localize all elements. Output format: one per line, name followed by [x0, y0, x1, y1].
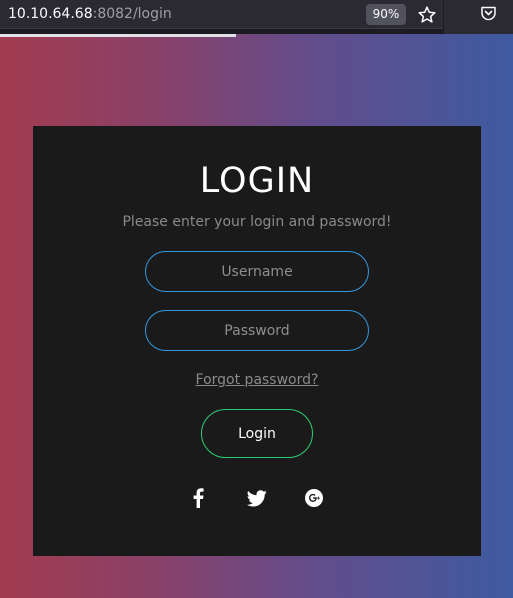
pocket-icon[interactable]: [480, 5, 497, 22]
url-bar[interactable]: 10.10.64.68:8082/login 90%: [0, 0, 443, 29]
star-icon[interactable]: [417, 5, 437, 25]
twitter-icon: [247, 489, 267, 506]
forgot-password-row: Forgot password?: [33, 371, 481, 389]
forgot-password-link[interactable]: Forgot password?: [196, 372, 319, 388]
username-input[interactable]: [145, 251, 369, 292]
toolbar-right: [444, 0, 513, 34]
google-plus-icon: [305, 489, 323, 507]
url-text[interactable]: 10.10.64.68:8082/login: [8, 6, 172, 22]
twitter-link[interactable]: [246, 487, 268, 509]
login-button[interactable]: Login: [201, 409, 313, 458]
password-input[interactable]: [145, 310, 369, 351]
zoom-level-button[interactable]: 90%: [366, 4, 406, 25]
page-background: LOGIN Please enter your login and passwo…: [0, 34, 513, 598]
url-host: 10.10.64.68: [8, 6, 93, 22]
google-plus-link[interactable]: [303, 487, 325, 509]
login-title: LOGIN: [199, 161, 315, 201]
url-path: :8082/login: [92, 6, 172, 22]
page-load-progress-bar: [0, 34, 236, 37]
login-card: LOGIN Please enter your login and passwo…: [33, 126, 481, 556]
facebook-link[interactable]: [187, 487, 209, 509]
facebook-icon: [193, 488, 204, 508]
login-subtitle: Please enter your login and password!: [122, 214, 392, 230]
